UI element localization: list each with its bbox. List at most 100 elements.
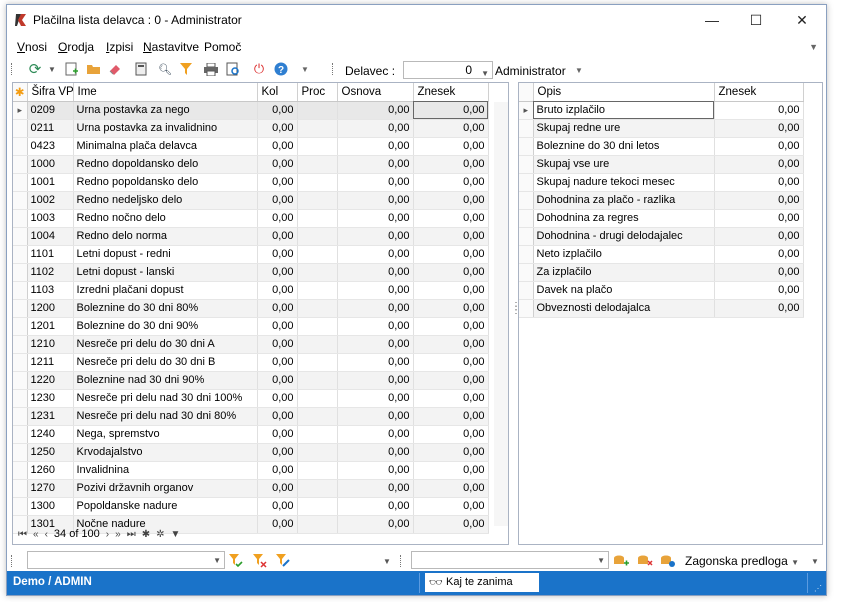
cell-opis[interactable]: Dohodnina za regres	[533, 209, 715, 228]
cell-kol[interactable]: 0,00	[257, 209, 298, 228]
cell-proc[interactable]	[297, 371, 338, 390]
cell-kol[interactable]: 0,00	[257, 443, 298, 462]
cell-znesek[interactable]: 0,00	[413, 173, 489, 192]
cell-opis[interactable]: Skupaj redne ure	[533, 119, 715, 138]
list-item[interactable]: Skupaj vse ure 0,00	[519, 155, 804, 174]
table-row[interactable]: 1004 Redno delo norma 0,00 0,00 0,00	[13, 227, 489, 246]
cell-proc[interactable]	[297, 137, 338, 156]
cell-znesek[interactable]: 0,00	[413, 263, 489, 282]
cell-kol[interactable]: 0,00	[257, 173, 298, 192]
table-row[interactable]: 1210 Nesreče pri delu do 30 dni A 0,00 0,00…	[13, 335, 489, 354]
chevron-down-icon[interactable]: ▼	[597, 556, 605, 565]
cell-proc[interactable]	[297, 515, 338, 534]
row-indicator[interactable]	[519, 209, 534, 228]
table-row[interactable]: 1211 Nesreče pri delu do 30 dni B 0,00 0,00…	[13, 353, 489, 372]
cell-ime[interactable]: Nesreče pri delu nad 30 dni 100%	[73, 389, 258, 408]
print-icon[interactable]	[203, 61, 219, 77]
cell-znesek[interactable]: 0,00	[413, 335, 489, 354]
table-row[interactable]: 1101 Letni dopust - redni 0,00 0,00 0,00	[13, 245, 489, 264]
cell-znesek[interactable]: 0,00	[714, 119, 804, 138]
cell-znesek[interactable]: 0,00	[413, 407, 489, 426]
cell-proc[interactable]	[297, 443, 338, 462]
cell-znesek[interactable]: 0,00	[714, 191, 804, 210]
cell-proc[interactable]	[297, 101, 338, 120]
delete-record-icon[interactable]: ✲	[156, 529, 164, 540]
row-indicator[interactable]	[13, 389, 28, 408]
cell-ime[interactable]: Minimalna plača delavca	[73, 137, 258, 156]
chevron-down-icon[interactable]: ▼	[213, 556, 221, 565]
cell-opis[interactable]: Bruto izplačilo	[533, 101, 715, 120]
vertical-scrollbar[interactable]	[494, 102, 508, 526]
append-record-icon[interactable]: ✱	[142, 529, 150, 540]
table-row[interactable]: 1200 Boleznine do 30 dni 80% 0,00 0,00 0,00	[13, 299, 489, 318]
toolbar-overflow-icon[interactable]: ▼	[297, 61, 313, 77]
cell-osnova[interactable]: 0,00	[337, 461, 414, 480]
cell-osnova[interactable]: 0,00	[337, 281, 414, 300]
cell-opis[interactable]: Obveznosti delodajalca	[533, 299, 715, 318]
cell-osnova[interactable]: 0,00	[337, 119, 414, 138]
cell-proc[interactable]	[297, 353, 338, 372]
table-row[interactable]: 1260 Invalidnina 0,00 0,00 0,00	[13, 461, 489, 480]
cell-sifra[interactable]: 1250	[27, 443, 74, 462]
row-indicator[interactable]	[519, 191, 534, 210]
cell-kol[interactable]: 0,00	[257, 191, 298, 210]
cell-ime[interactable]: Invalidnina	[73, 461, 258, 480]
list-item[interactable]: Za izplačilo 0,00	[519, 263, 804, 282]
cell-kol[interactable]: 0,00	[257, 425, 298, 444]
filter-icon[interactable]	[178, 61, 194, 77]
table-row[interactable]: 1000 Redno dopoldansko delo 0,00 0,00 0,00	[13, 155, 489, 174]
cell-proc[interactable]	[297, 407, 338, 426]
cell-kol[interactable]: 0,00	[257, 101, 298, 120]
template-selector[interactable]: Zagonska predloga ▼	[685, 554, 799, 568]
cell-kol[interactable]: 0,00	[257, 281, 298, 300]
cell-znesek[interactable]: 0,00	[714, 299, 804, 318]
row-indicator[interactable]	[519, 119, 534, 138]
cell-ime[interactable]: Nega, spremstvo	[73, 425, 258, 444]
cell-proc[interactable]	[297, 479, 338, 498]
cell-kol[interactable]: 0,00	[257, 389, 298, 408]
cell-osnova[interactable]: 0,00	[337, 209, 414, 228]
first-record-icon[interactable]: ⏮	[18, 529, 27, 540]
list-item[interactable]: Boleznine do 30 dni letos 0,00	[519, 137, 804, 156]
cell-proc[interactable]	[297, 209, 338, 228]
cell-proc[interactable]	[297, 173, 338, 192]
cell-sifra[interactable]: 1001	[27, 173, 74, 192]
table-row[interactable]: 1201 Boleznine do 30 dni 90% 0,00 0,00 0,00	[13, 317, 489, 336]
cell-znesek[interactable]: 0,00	[714, 281, 804, 300]
cell-proc[interactable]	[297, 155, 338, 174]
cell-sifra[interactable]: 1211	[27, 353, 74, 372]
table-row[interactable]: 1003 Redno nočno delo 0,00 0,00 0,00	[13, 209, 489, 228]
cell-znesek[interactable]: 0,00	[413, 461, 489, 480]
filterbar-overflow-icon[interactable]: ▼	[807, 553, 823, 569]
cell-proc[interactable]	[297, 299, 338, 318]
row-indicator[interactable]	[519, 263, 534, 282]
cell-znesek[interactable]: 0,00	[714, 173, 804, 192]
row-indicator[interactable]	[13, 209, 28, 228]
template-settings-icon[interactable]	[660, 553, 676, 569]
table-row[interactable]: 1220 Boleznine nad 30 dni 90% 0,00 0,00 0,00	[13, 371, 489, 390]
current-row-indicator-icon[interactable]: ▸	[13, 101, 28, 120]
row-indicator[interactable]	[519, 281, 534, 300]
cell-osnova[interactable]: 0,00	[337, 515, 414, 534]
cell-znesek[interactable]: 0,00	[413, 245, 489, 264]
row-indicator[interactable]	[13, 353, 28, 372]
filter-icon[interactable]: ▼	[170, 529, 180, 540]
cell-osnova[interactable]: 0,00	[337, 335, 414, 354]
close-button[interactable]: ✕	[780, 8, 824, 32]
column-header-ime[interactable]: Ime	[73, 83, 258, 102]
cell-opis[interactable]: Skupaj nadure tekoci mesec	[533, 173, 715, 192]
row-indicator[interactable]	[13, 281, 28, 300]
cell-kol[interactable]: 0,00	[257, 119, 298, 138]
power-icon[interactable]: ⏻	[251, 61, 267, 77]
table-row[interactable]: 1103 Izredni plačani dopust 0,00 0,00 0,00	[13, 281, 489, 300]
row-indicator[interactable]	[519, 245, 534, 264]
cell-osnova[interactable]: 0,00	[337, 137, 414, 156]
table-row[interactable]: 1250 Krvodajalstvo 0,00 0,00 0,00	[13, 443, 489, 462]
row-indicator[interactable]	[13, 335, 28, 354]
cell-sifra[interactable]: 1004	[27, 227, 74, 246]
list-item[interactable]: Davek na plačo 0,00	[519, 281, 804, 300]
delavec-combobox[interactable]: 0 ▼	[403, 61, 493, 79]
cell-sifra[interactable]: 1102	[27, 263, 74, 282]
cell-kol[interactable]: 0,00	[257, 263, 298, 282]
cell-ime[interactable]: Urna postavka za invalidnino	[73, 119, 258, 138]
